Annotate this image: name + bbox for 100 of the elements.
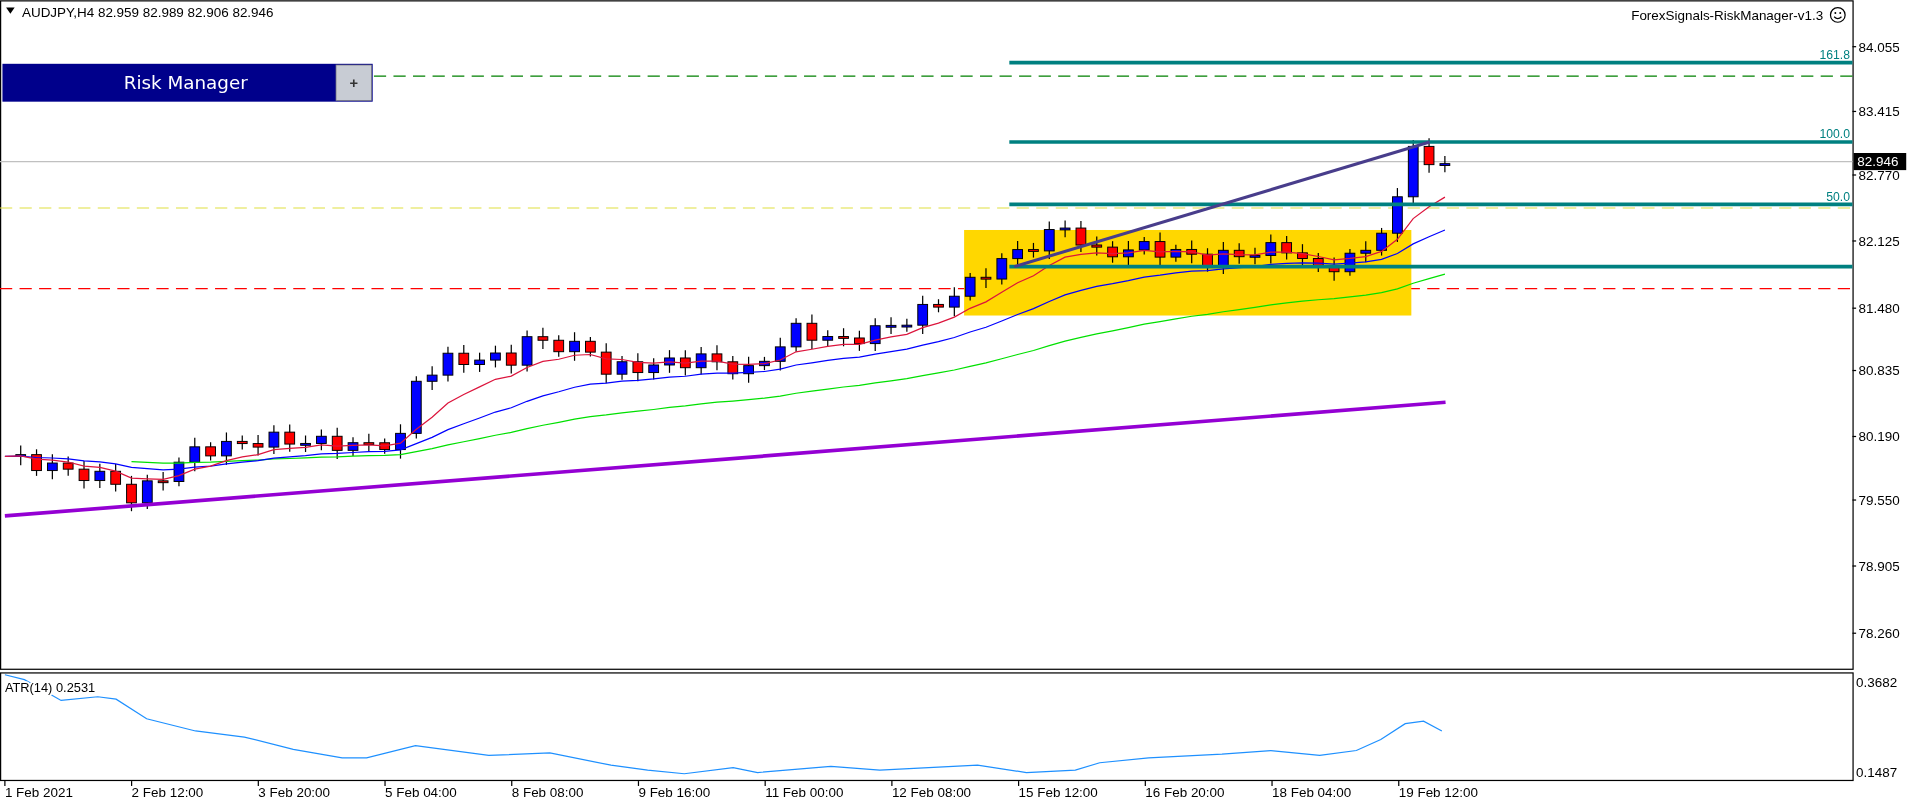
candlestick xyxy=(173,456,185,487)
fibonacci-level-label: 50.0 xyxy=(1826,189,1850,204)
panel-title: Risk Manager xyxy=(123,72,248,94)
price-axis-label: 78.260 xyxy=(1858,626,1900,642)
candlestick xyxy=(442,346,454,383)
time-axis-label: 8 Feb 08:00 xyxy=(511,784,584,800)
price-axis-label: 80.835 xyxy=(1858,363,1900,379)
candlestick xyxy=(1075,220,1087,253)
candlestick xyxy=(252,434,264,457)
fibonacci-level-label: 161.8 xyxy=(1819,47,1850,62)
candlestick xyxy=(917,295,929,335)
candlestick xyxy=(47,453,58,480)
candlestick xyxy=(664,349,675,374)
time-axis-label: 3 Feb 20:00 xyxy=(258,784,331,800)
time-axis-label: 16 Feb 20:00 xyxy=(1145,784,1225,800)
candlestick xyxy=(1233,242,1245,265)
candlestick xyxy=(948,286,960,317)
candlestick xyxy=(1423,137,1435,174)
candlestick xyxy=(869,317,881,352)
candlestick xyxy=(933,298,944,313)
time-axis-label: 11 Feb 00:00 xyxy=(765,784,844,800)
candlestick xyxy=(964,272,976,302)
current-price-label: 82.946 xyxy=(1853,153,1907,171)
time-axis-label: 5 Feb 04:00 xyxy=(385,784,457,800)
candlestick xyxy=(110,463,122,493)
candlestick xyxy=(379,437,391,455)
candlestick xyxy=(78,460,90,490)
candlestick xyxy=(1328,256,1340,282)
candlestick xyxy=(1312,252,1324,273)
candlestick xyxy=(300,434,311,453)
candlestick xyxy=(1202,247,1213,273)
candlestick xyxy=(205,441,216,462)
candlestick xyxy=(331,427,343,460)
candlestick xyxy=(1217,241,1229,275)
candlestick xyxy=(585,336,596,358)
candlestick xyxy=(679,349,691,377)
candlestick xyxy=(1439,155,1451,173)
time-axis-label: 19 Feb 12:00 xyxy=(1398,784,1478,800)
candlestick xyxy=(1107,240,1118,264)
candlestick xyxy=(316,428,327,451)
price-axis-label: 82.125 xyxy=(1858,233,1900,249)
candlestick xyxy=(854,330,865,352)
price-axis-label: 81.480 xyxy=(1858,301,1900,317)
time-axis-label: 18 Feb 04:00 xyxy=(1272,784,1352,800)
candlestick xyxy=(458,344,470,374)
candlestick xyxy=(648,357,660,380)
candlestick xyxy=(1186,239,1198,264)
smiley-icon xyxy=(1829,6,1846,23)
expand-button[interactable]: + xyxy=(335,64,372,101)
candlestick xyxy=(1297,243,1308,268)
candlestick xyxy=(474,352,485,373)
candlestick xyxy=(1281,235,1292,261)
candlestick xyxy=(1392,187,1403,243)
candlestick xyxy=(1360,240,1372,263)
candlestick xyxy=(1376,227,1387,257)
candlestick xyxy=(838,327,849,347)
candlestick xyxy=(996,252,1008,286)
candlestick xyxy=(126,475,137,512)
indicator-axis-label: 0.3682 xyxy=(1856,675,1898,690)
candlestick xyxy=(1170,244,1182,263)
price-axis-label: 84.055 xyxy=(1858,39,1900,55)
candlestick xyxy=(1028,242,1039,259)
candlestick xyxy=(1059,219,1071,238)
candlestick xyxy=(885,316,897,335)
candlestick xyxy=(521,329,533,373)
candlestick xyxy=(695,346,707,376)
time-axis-label: 2 Feb 12:00 xyxy=(131,784,204,800)
candlestick xyxy=(980,267,992,289)
dropdown-triangle-icon[interactable] xyxy=(6,7,15,14)
candlestick xyxy=(1043,220,1055,260)
candlestick xyxy=(189,437,201,472)
candlestick xyxy=(410,375,422,440)
candlestick xyxy=(62,455,74,477)
candlestick xyxy=(822,329,834,347)
price-axis-label: 78.905 xyxy=(1858,558,1900,574)
candlestick xyxy=(727,355,739,381)
candlestick xyxy=(505,344,517,375)
price-axis-label: 79.550 xyxy=(1858,492,1900,508)
candlestick xyxy=(1091,235,1103,257)
candlestick xyxy=(490,345,501,369)
candlestick xyxy=(363,433,375,453)
candlestick xyxy=(616,355,628,381)
candlestick xyxy=(395,423,406,460)
candlestick xyxy=(284,423,296,453)
candlestick xyxy=(1344,248,1356,277)
candlestick xyxy=(743,356,754,384)
candlestick xyxy=(790,317,802,353)
price-axis-label: 83.415 xyxy=(1858,104,1900,120)
candlestick xyxy=(901,318,913,333)
candlestick xyxy=(347,436,359,457)
candlestick xyxy=(569,331,580,362)
candlestick xyxy=(553,334,565,358)
candlestick xyxy=(632,352,644,382)
time-axis-label: 1 Feb 2021 xyxy=(4,784,73,800)
candlestick xyxy=(1154,231,1166,267)
candlestick xyxy=(759,356,770,371)
candlestick xyxy=(31,448,42,477)
time-axis-label: 15 Feb 12:00 xyxy=(1018,784,1098,800)
candlestick xyxy=(1138,236,1150,256)
time-axis-label: 12 Feb 08:00 xyxy=(891,784,972,800)
